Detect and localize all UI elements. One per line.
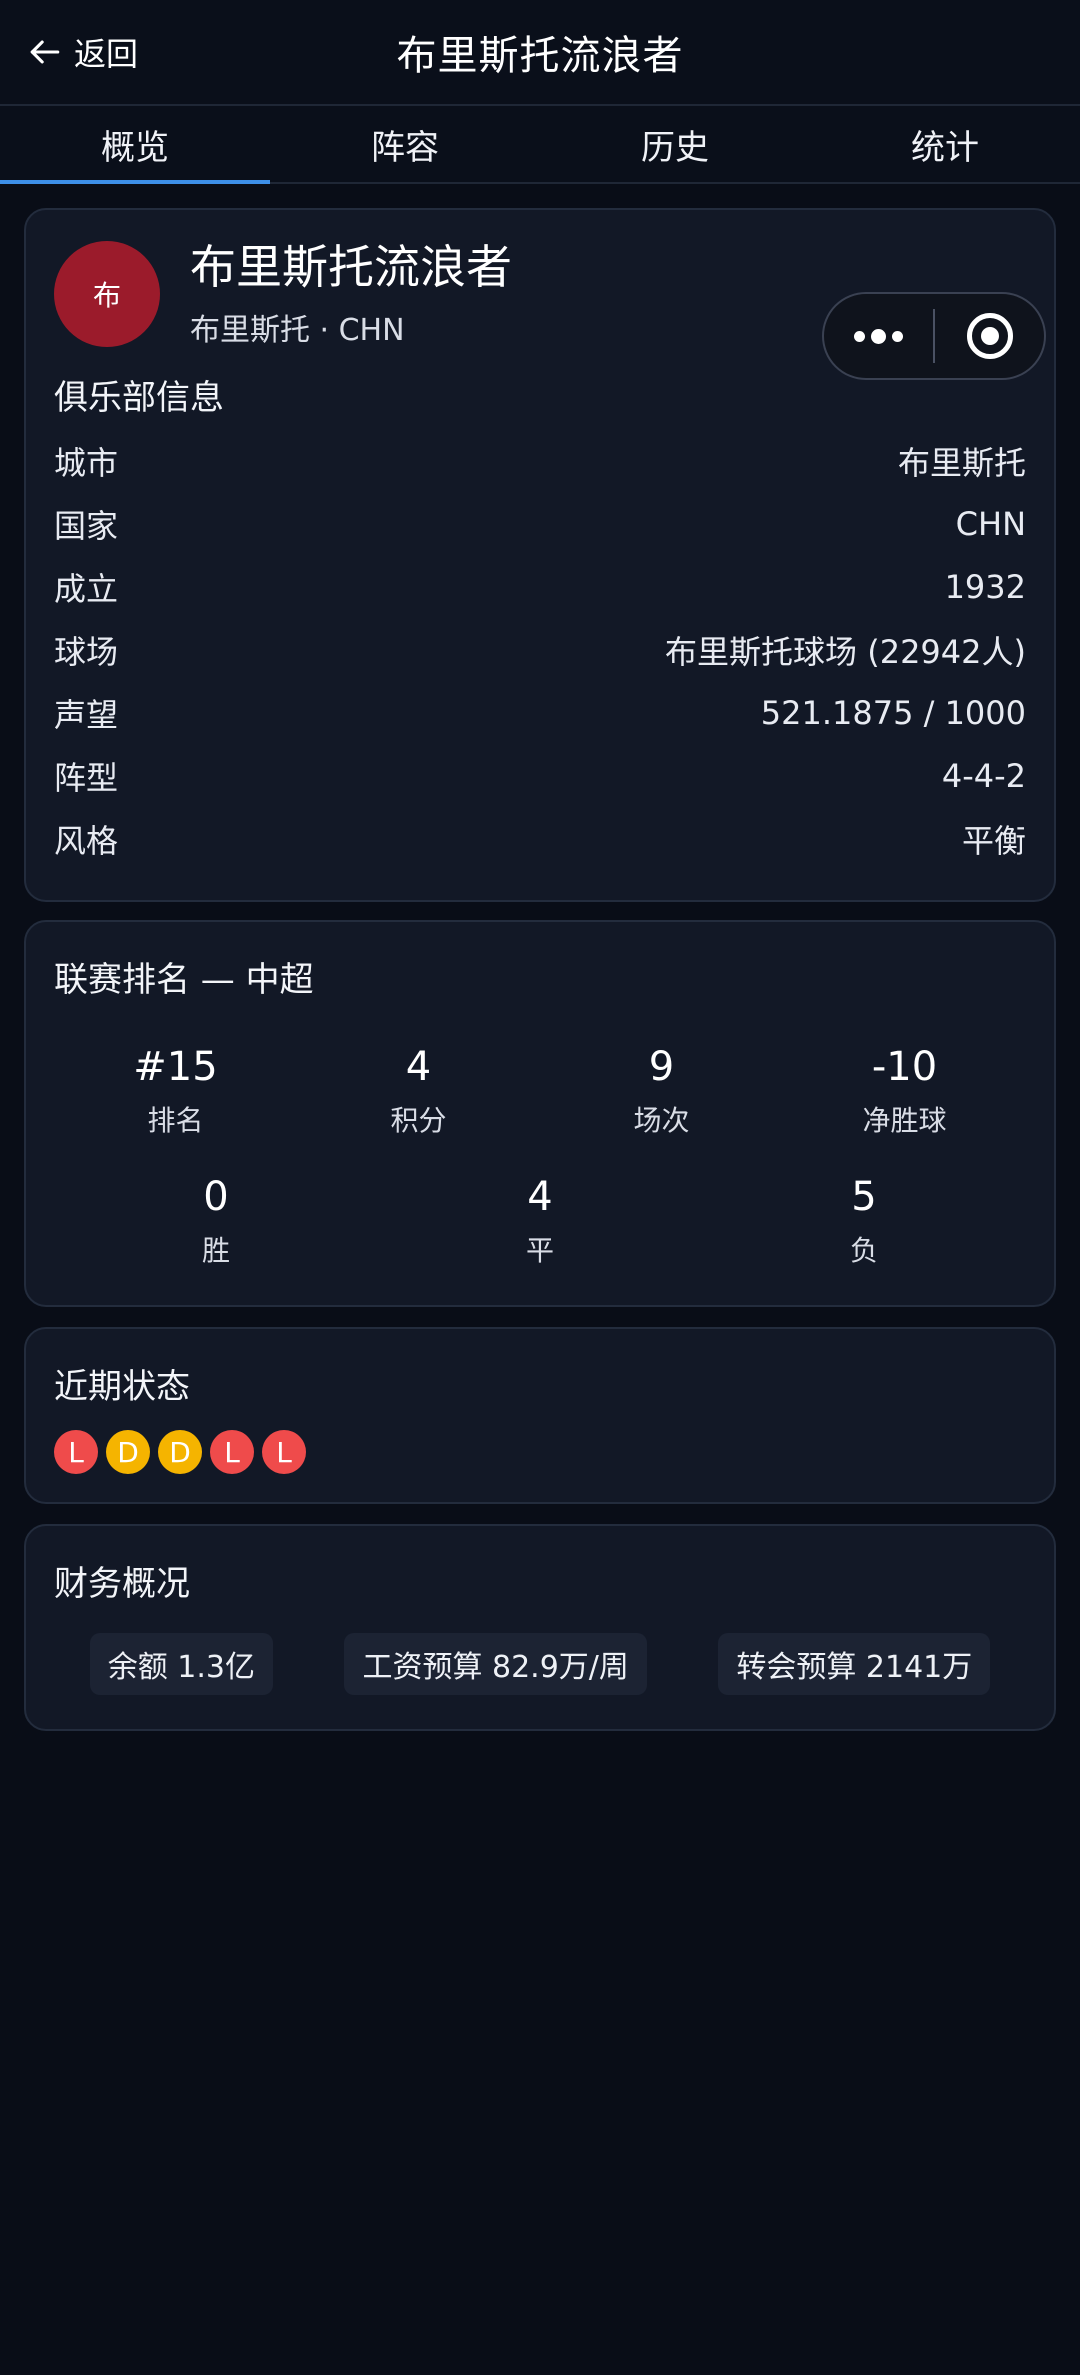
info-key: 风格 — [54, 821, 119, 860]
info-value: 布里斯托球场 (22942人) — [665, 632, 1026, 671]
info-row-reputation: 声望 521.1875 / 1000 — [54, 681, 1026, 744]
form-result-loss: L — [210, 1430, 254, 1474]
finance-transfer-budget: 转会预算 2141万 — [718, 1633, 991, 1695]
finance-wage-budget: 工资预算 82.9万/周 — [344, 1633, 647, 1695]
form-result-loss: L — [54, 1430, 98, 1474]
info-row-country: 国家 CHN — [54, 492, 1026, 555]
stat-rank: #15 排名 — [54, 1043, 297, 1139]
stat-label: 负 — [849, 1234, 878, 1267]
info-row-founded: 成立 1932 — [54, 555, 1026, 618]
finance-title: 财务概况 — [54, 1564, 190, 1604]
club-logo: 布 — [54, 241, 160, 347]
info-row-style: 风格 平衡 — [54, 807, 1026, 870]
club-info-card: 布 布里斯托流浪者 布里斯托 · CHN 俱乐部信息 城市 布里斯托 国家 CH… — [24, 208, 1056, 902]
form-results: L D D L L — [54, 1430, 1026, 1474]
info-value: 平衡 — [961, 821, 1026, 860]
info-key: 城市 — [54, 443, 119, 482]
league-stats-top: #15 排名 4 积分 9 场次 -10 净胜球 — [54, 1043, 1026, 1139]
tab-stats[interactable]: 统计 — [810, 106, 1080, 182]
form-result-draw: D — [158, 1430, 202, 1474]
close-miniprogram-button[interactable] — [935, 294, 1044, 378]
stat-value: 4 — [527, 1174, 553, 1220]
stat-value: 5 — [851, 1174, 877, 1220]
stat-value: 0 — [203, 1174, 229, 1220]
stat-draws: 4 平 — [378, 1173, 702, 1269]
info-key: 成立 — [54, 569, 119, 608]
info-key: 球场 — [54, 632, 119, 671]
finance-card: 财务概况 余额 1.3亿 工资预算 82.9万/周 转会预算 2141万 — [24, 1524, 1056, 1731]
stat-value: -10 — [871, 1044, 938, 1090]
stat-wins: 0 胜 — [54, 1173, 378, 1269]
league-stats-bottom: 0 胜 4 平 5 负 — [54, 1173, 1026, 1269]
more-button[interactable] — [824, 294, 933, 378]
info-key: 阵型 — [54, 758, 119, 797]
info-value: CHN — [955, 504, 1026, 543]
league-title: 联赛排名 — 中超 — [54, 960, 314, 1000]
stat-goal-diff: -10 净胜球 — [783, 1043, 1026, 1139]
tab-history[interactable]: 历史 — [540, 106, 810, 182]
stat-points: 4 积分 — [297, 1043, 540, 1139]
back-label: 返回 — [74, 35, 139, 73]
stat-value: #15 — [133, 1044, 218, 1090]
arrow-left-icon — [30, 40, 60, 64]
stat-value: 9 — [648, 1044, 675, 1090]
form-result-draw: D — [106, 1430, 150, 1474]
more-dots-icon — [854, 328, 903, 344]
info-row-stadium: 球场 布里斯托球场 (22942人) — [54, 618, 1026, 681]
form-result-loss: L — [262, 1430, 306, 1474]
form-title: 近期状态 — [54, 1367, 190, 1407]
info-list: 城市 布里斯托 国家 CHN 成立 1932 球场 布里斯托球场 (22942人… — [54, 429, 1026, 870]
stat-label: 平 — [525, 1234, 554, 1267]
info-value: 1932 — [944, 567, 1026, 606]
stat-label: 排名 — [147, 1104, 204, 1137]
finance-chips: 余额 1.3亿 工资预算 82.9万/周 转会预算 2141万 — [54, 1633, 1026, 1695]
info-value: 布里斯托 — [897, 443, 1026, 482]
page-title: 布里斯托流浪者 — [396, 33, 684, 79]
stat-label: 胜 — [201, 1234, 230, 1267]
info-value: 521.1875 / 1000 — [760, 693, 1026, 732]
stat-played: 9 场次 — [540, 1043, 783, 1139]
stat-label: 净胜球 — [862, 1104, 947, 1137]
back-button[interactable]: 返回 — [28, 0, 138, 104]
league-standing-card: 联赛排名 — 中超 #15 排名 4 积分 9 场次 -10 净胜球 0 胜 4… — [24, 920, 1056, 1307]
club-subtitle: 布里斯托 · CHN — [190, 313, 405, 348]
tab-overview[interactable]: 概览 — [0, 106, 270, 184]
info-key: 声望 — [54, 695, 119, 734]
stat-label: 积分 — [390, 1104, 447, 1137]
info-row-city: 城市 布里斯托 — [54, 429, 1026, 492]
stat-value: 4 — [405, 1044, 432, 1090]
info-value: 4-4-2 — [941, 756, 1026, 795]
stat-label: 场次 — [633, 1104, 690, 1137]
miniprogram-capsule — [822, 292, 1046, 380]
finance-balance: 余额 1.3亿 — [89, 1633, 273, 1695]
club-name: 布里斯托流浪者 — [190, 240, 512, 294]
stat-losses: 5 负 — [702, 1173, 1026, 1269]
recent-form-card: 近期状态 L D D L L — [24, 1327, 1056, 1504]
target-circle-icon — [966, 313, 1013, 359]
top-bar: 返回 布里斯托流浪者 — [0, 0, 1080, 104]
info-row-formation: 阵型 4-4-2 — [54, 744, 1026, 807]
tab-squad[interactable]: 阵容 — [270, 106, 540, 182]
info-key: 国家 — [54, 506, 119, 545]
tab-bar: 概览 阵容 历史 统计 — [0, 104, 1080, 184]
